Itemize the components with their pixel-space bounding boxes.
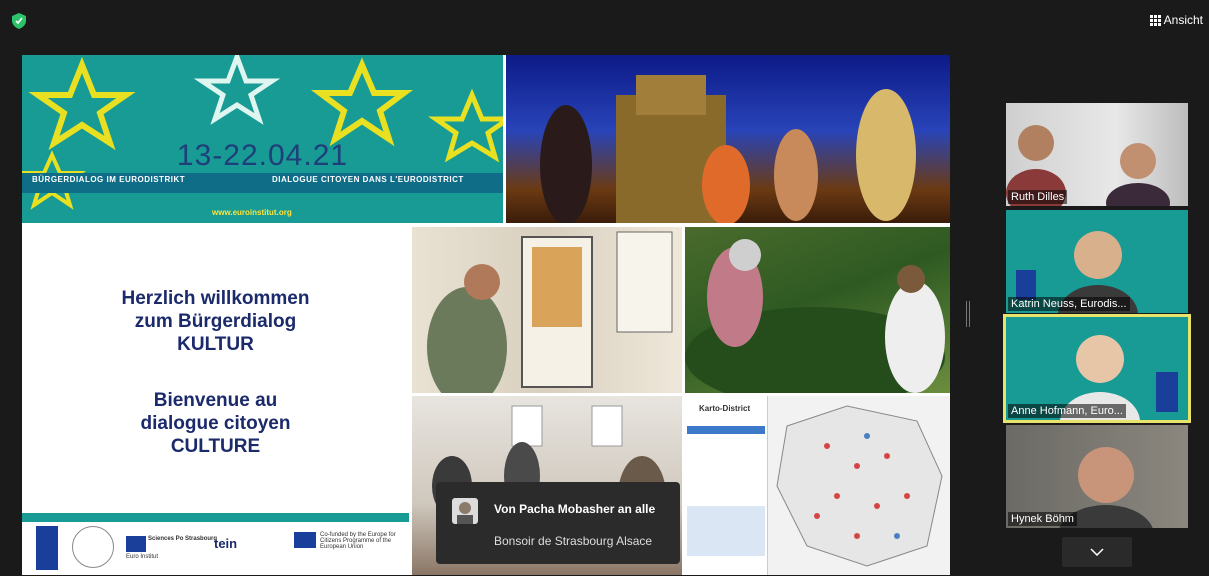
- footer-rule: [22, 513, 409, 522]
- chat-notification[interactable]: Von Pacha Mobasher an alle Bonsoir de St…: [436, 482, 680, 564]
- participant-tile-active-speaker[interactable]: Anne Hofmann, Euro...: [1003, 314, 1191, 423]
- participant-name: Anne Hofmann, Euro...: [1008, 404, 1126, 418]
- view-button[interactable]: Ansicht: [1149, 13, 1203, 27]
- meeting-top-bar: Ansicht: [0, 0, 1209, 44]
- participant-tile[interactable]: Katrin Neuss, Eurodis...: [1006, 210, 1188, 313]
- welcome-line: KULTUR: [177, 334, 254, 355]
- euro-institut-logo: [126, 536, 146, 552]
- seal-logo: [72, 526, 114, 568]
- participant-tile[interactable]: Hynek Böhm: [1006, 425, 1188, 528]
- map-legend-bar: [687, 426, 765, 434]
- map-legend: Karto-District: [685, 396, 768, 575]
- garden-scene: [685, 239, 945, 393]
- museum-photo: [412, 227, 682, 393]
- view-label: Ansicht: [1163, 13, 1203, 27]
- panel-resize-handle[interactable]: [966, 301, 970, 327]
- museum-scene: [427, 231, 673, 393]
- welcome-line: CULTURE: [170, 436, 261, 457]
- participant-name: Katrin Neuss, Eurodis...: [1008, 297, 1130, 311]
- welcome-line: Herzlich willkommen: [121, 288, 310, 309]
- welcome-line: zum Bürgerdialog: [134, 311, 297, 332]
- chat-sender: Von Pacha Mobasher an alle: [494, 502, 656, 516]
- grid-view-icon: [1149, 14, 1161, 26]
- security-shield-icon[interactable]: [12, 13, 26, 29]
- sender-avatar: [452, 498, 478, 524]
- participant-name: Hynek Böhm: [1008, 512, 1077, 526]
- welcome-slide: Herzlich willkommen zum Bürgerdialog KUL…: [22, 227, 409, 517]
- garden-photo: [685, 227, 950, 393]
- partner-logos: Euro Institut Sciences Po Strasbourg tei…: [22, 522, 409, 575]
- welcome-french: Bienvenue au dialogue citoyen CULTURE: [22, 389, 409, 458]
- banner-title-de: BÜRGERDIALOG IM EURODISTRIKT: [32, 175, 186, 184]
- eu-flag-logo: [294, 532, 316, 548]
- banner-title-fr: DIALOGUE CITOYEN DANS L'EURODISTRICT: [272, 175, 464, 184]
- welcome-german: Herzlich willkommen zum Bürgerdialog KUL…: [22, 287, 409, 356]
- sciencespo-text: Sciences Po Strasbourg: [148, 536, 218, 542]
- theater-photo: [506, 55, 950, 223]
- banner-url: www.euroinstitut.org: [212, 208, 292, 217]
- map-title: Karto-District: [699, 404, 751, 413]
- participant-tile[interactable]: Ruth Dilles: [1006, 103, 1188, 206]
- scroll-down-button[interactable]: [1062, 537, 1132, 567]
- welcome-line: dialogue citoyen: [140, 413, 291, 434]
- eu-funding-text: Co-funded by the Europe for Citizens Pro…: [320, 532, 396, 550]
- district-map[interactable]: [767, 396, 950, 575]
- theater-scene: [540, 75, 916, 223]
- event-date: 13-22.04.21: [176, 139, 349, 172]
- event-banner: 13-22.04.21 BÜRGERDIALOG IM EURODISTRIKT…: [22, 55, 503, 223]
- map-panel: Karto-District: [685, 396, 950, 575]
- chat-message: Bonsoir de Strasbourg Alsace: [494, 534, 653, 548]
- participant-name: Ruth Dilles: [1008, 190, 1068, 204]
- map-legend-box: [687, 506, 765, 556]
- tein-logo: tein: [214, 536, 238, 551]
- chevron-down-icon: [1090, 548, 1104, 556]
- eurodistrict-logo: [36, 526, 58, 570]
- euro-institut-text: Euro Institut: [126, 554, 159, 560]
- welcome-line: Bienvenue au: [153, 390, 278, 411]
